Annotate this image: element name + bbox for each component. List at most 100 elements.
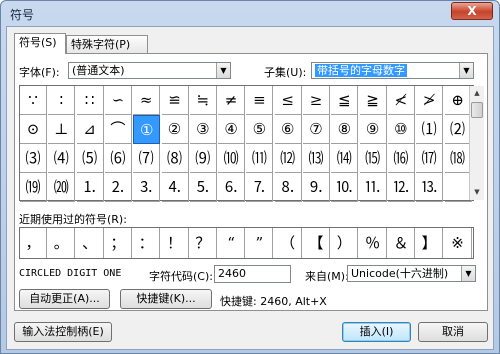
symbol-cell[interactable] [444,173,472,202]
symbol-cell[interactable]: ≧ [359,86,387,115]
symbol-cell[interactable]: ∵ [20,86,47,115]
recent-symbol-cell[interactable]: ” [246,228,274,258]
char-code-input[interactable]: 2460 [214,265,291,283]
symbol-cell[interactable]: ⒈ [76,173,104,202]
symbol-cell[interactable]: ≈ [133,86,161,115]
symbol-cell[interactable]: ⒍ [218,173,246,202]
recent-symbol-cell[interactable]: ， [20,228,47,258]
symbol-cell[interactable]: ⑼ [189,144,217,173]
symbol-cell[interactable]: ≦ [331,86,359,115]
symbol-cell[interactable]: ⒃ [387,144,415,173]
symbol-cell[interactable]: ⒐ [303,173,330,202]
recent-symbol-cell[interactable]: ： [133,228,161,258]
recent-symbol-cell[interactable]: ？ [190,228,217,258]
title-bar[interactable]: 符号 X [1,1,499,25]
scroll-thumb[interactable] [471,102,483,118]
tab-symbols[interactable]: 符号(S) [14,33,66,54]
autocorrect-button[interactable]: 自动更正(A)... [19,289,110,309]
symbol-cell[interactable]: ⒇ [48,173,76,202]
recent-symbol-cell[interactable]: 。 [48,228,76,258]
subset-select[interactable]: 带括号的字母数字 ▼ [311,62,474,79]
symbol-cell[interactable]: ⒋ [161,173,189,202]
symbol-cell[interactable]: ⑩ [387,115,415,144]
symbol-cell[interactable]: ⑵ [444,115,472,144]
symbol-cell[interactable]: ⑧ [331,115,359,144]
recent-symbol-cell[interactable]: “ [218,228,246,258]
symbol-cell[interactable]: ⒀ [303,144,330,173]
symbol-cell[interactable]: ② [161,115,189,144]
symbol-cell[interactable]: ∶ [48,86,76,115]
close-button[interactable]: X [451,2,493,20]
recent-symbol-cell[interactable]: 、 [77,228,104,258]
recent-symbol-cell[interactable]: ； [105,228,132,258]
symbol-cell[interactable]: ⒏ [274,173,302,202]
symbol-cell[interactable]: ≡ [246,86,274,115]
symbol-cell[interactable]: ⒁ [331,144,359,173]
symbol-cell[interactable]: ≒ [189,86,217,115]
recent-symbol-cell[interactable]: 【 [303,228,330,258]
recent-symbol-cell[interactable]: ＆ [388,228,415,258]
tab-special-characters[interactable]: 特殊字符(P) [66,35,148,54]
symbol-cell[interactable]: ⒉ [104,173,132,202]
chevron-down-icon: ▼ [216,63,230,78]
symbol-cell[interactable]: ⒅ [444,144,472,173]
shortcut-key-button[interactable]: 快捷键(K)... [120,289,212,309]
recent-symbol-cell[interactable]: ！ [162,228,189,258]
symbol-cell[interactable]: ⒓ [387,173,415,202]
symbol-cell[interactable]: ⒊ [133,173,161,202]
font-select[interactable]: (普通文本) ▼ [68,62,231,79]
symbol-cell[interactable]: ⒔ [416,173,444,202]
symbol-cell[interactable]: ⊥ [48,115,76,144]
ime-control-button[interactable]: 输入法控制柄(E) [14,322,112,342]
symbol-cell[interactable]: ⑥ [274,115,302,144]
symbol-cell[interactable]: ≠ [218,86,246,115]
symbol-cell[interactable]: ≥ [303,86,330,115]
symbol-cell[interactable]: ⑹ [104,144,132,173]
symbol-cell[interactable]: ⑽ [218,144,246,173]
scroll-down-icon[interactable]: ▼ [470,185,484,200]
recent-symbol-cell[interactable]: ※ [445,228,472,258]
symbol-cell[interactable]: ⊿ [76,115,104,144]
symbol-cell[interactable]: ⒑ [331,173,359,202]
recent-symbol-cell[interactable]: ％ [360,228,387,258]
symbol-cell[interactable]: ≌ [161,86,189,115]
symbol-cell[interactable]: ⑨ [359,115,387,144]
symbol-cell[interactable]: ≯ [416,86,444,115]
symbol-cell[interactable]: ⑦ [303,115,330,144]
symbol-cell[interactable]: ∷ [76,86,104,115]
symbol-cell[interactable]: ③ [189,115,217,144]
symbol-cell[interactable]: ⑻ [161,144,189,173]
cancel-button[interactable]: 取消 [418,322,488,342]
recent-symbol-cell[interactable]: （ [275,228,302,258]
symbol-cell[interactable]: ⒄ [416,144,444,173]
symbol-cell[interactable]: ① [133,115,161,144]
symbol-cell[interactable]: ⑶ [20,144,47,173]
recent-symbol-cell[interactable]: 】 [416,228,444,258]
symbol-grid-scrollbar[interactable]: ▲ ▼ [469,86,484,200]
symbol-cell[interactable]: ⑿ [274,144,302,173]
symbol-cell[interactable]: ⑤ [246,115,274,144]
symbol-cell[interactable]: ④ [218,115,246,144]
symbol-cell[interactable]: ⒌ [189,173,217,202]
symbol-cell[interactable]: ≮ [387,86,415,115]
chevron-down-icon: ▼ [459,63,473,78]
symbol-cell[interactable]: ≤ [274,86,302,115]
insert-button[interactable]: 插入(I) [342,322,411,342]
from-select[interactable]: Unicode(十六进制) ▼ [347,265,476,282]
recent-symbol-cell[interactable]: ） [331,228,359,258]
subset-label: 子集(U): [264,66,307,79]
symbol-cell[interactable]: ⊙ [20,115,47,144]
symbol-cell[interactable]: ⊕ [444,86,472,115]
scroll-up-icon[interactable]: ▲ [470,86,484,101]
symbol-cell[interactable]: ⑸ [76,144,104,173]
symbol-cell[interactable]: ⒒ [359,173,387,202]
symbol-cell[interactable]: ⒂ [359,144,387,173]
symbol-cell[interactable]: ⒎ [246,173,274,202]
symbol-cell[interactable]: ⑴ [416,115,444,144]
symbol-cell[interactable]: ⑷ [48,144,76,173]
symbol-cell[interactable]: ⑾ [246,144,274,173]
symbol-cell[interactable]: ⒆ [20,173,47,202]
symbol-cell[interactable]: ∽ [104,86,132,115]
symbol-cell[interactable]: ⑺ [133,144,161,173]
symbol-cell[interactable]: ⌒ [104,115,132,144]
